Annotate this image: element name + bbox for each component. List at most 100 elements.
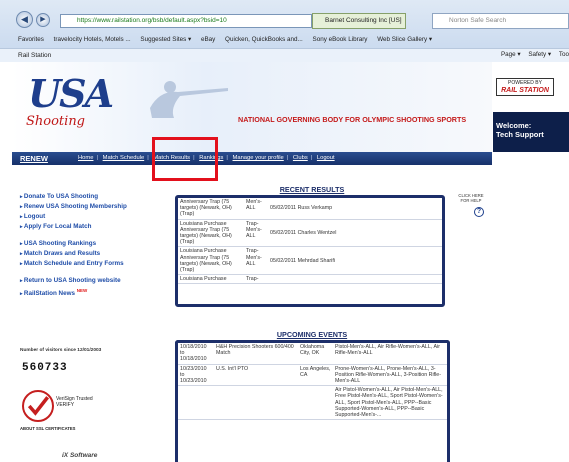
result-date-name: 05/02/2011 Charles Wentzel (268, 220, 438, 247)
favorite-link[interactable]: travelocity Hotels, Motels ... (54, 36, 131, 43)
table-row[interactable]: Air Pistol-Women's-ALL, Air Pistol-Men's… (178, 386, 447, 421)
logo-shooting-text: Shooting (26, 114, 86, 129)
renew-link[interactable]: RENEW (20, 154, 48, 163)
favorites-button[interactable]: Favorites (18, 36, 44, 43)
result-match: Louisiana Purchase (180, 276, 227, 283)
nav-clubs[interactable]: Clubs (293, 155, 308, 161)
search-input[interactable]: Norton Safe Search (432, 13, 569, 29)
sidebar-item-news-label: RailStation News (23, 290, 75, 298)
command-bar: Page ▾ Safety ▾ Too (495, 48, 569, 62)
recent-results-table: Anniversary Trap (75 targets) (Newark, O… (175, 195, 445, 307)
result-date: 05/02/2011 (270, 229, 297, 236)
result-category: Trap- (246, 276, 259, 283)
event-categories: Pistol-Men's-ALL, Air Rifle-Women's-ALL,… (335, 344, 440, 357)
search-placeholder: Norton Safe Search (449, 17, 507, 24)
browser-tab-row: Rail Station (0, 48, 569, 62)
result-date-name (268, 275, 438, 283)
sidebar-item-return-website[interactable]: Return to USA Shooting website (20, 276, 170, 286)
event-dates: 10/23/2010 to 10/23/2010 (180, 365, 207, 385)
sidebar-item-apply-match[interactable]: Apply For Local Match (20, 222, 170, 232)
shooter-silhouette-icon (150, 81, 228, 118)
tools-menu[interactable]: Too (559, 51, 569, 58)
verisign-text: VeriSign Trusted VERIFY (56, 396, 93, 408)
event-location: Los Angeles, CA (300, 365, 331, 378)
result-match: Louisiana Purchase Anniversary Trap (75 … (180, 248, 232, 274)
favorites-bar: Favorites travelocity Hotels, Motels ...… (0, 33, 569, 47)
rail-station-text: RAIL STATION (501, 87, 549, 94)
site-identity-tab[interactable]: Barnet Consulting Inc [US] (312, 13, 406, 29)
verisign-seal[interactable] (22, 390, 54, 422)
welcome-user: Tech Support (496, 130, 544, 139)
result-name: Charles Wentzel (297, 229, 337, 236)
result-match: Louisiana Purchase Anniversary Trap (75 … (180, 220, 232, 246)
upcoming-events-table: 10/18/2010 to 10/18/2010 H&H Precision S… (175, 340, 450, 462)
recent-results-title: RECENT RESULTS (279, 185, 345, 194)
favorite-link[interactable]: eBay (201, 36, 215, 43)
nav-home[interactable]: Home (78, 155, 93, 161)
event-name (214, 386, 298, 419)
checkmark-icon (27, 396, 50, 416)
favorite-link[interactable]: Sony eBook Library (313, 36, 368, 43)
tagline: NATIONAL GOVERNING BODY FOR OLYMPIC SHOO… (238, 115, 467, 124)
ix-software-logo[interactable]: iX Software (62, 452, 97, 459)
nav-logout[interactable]: Logout (317, 155, 335, 161)
visitor-counter-label: Number of visitors since 12/01/2003 (20, 348, 102, 353)
back-button[interactable]: ◀ (16, 11, 33, 28)
page-menu[interactable]: Page ▾ (501, 51, 521, 58)
event-dates: 10/18/2010 to 10/18/2010 (180, 344, 207, 363)
table-row[interactable]: 10/23/2010 to 10/23/2010 U.S. Int'l PTO … (178, 365, 447, 387)
table-row[interactable]: Anniversary Trap (75 targets) (Newark, O… (178, 198, 442, 220)
safety-menu[interactable]: Safety ▾ (528, 51, 551, 58)
help-icon[interactable]: ? (474, 207, 484, 217)
event-name: U.S. Int'l PTO (216, 365, 249, 372)
table-row[interactable]: Louisiana Purchase Anniversary Trap (75 … (178, 220, 442, 248)
sidebar-item-schedule-entry[interactable]: Match Schedule and Entry Forms (20, 259, 170, 269)
result-category: Trap-Men's-ALL (246, 220, 262, 240)
favorite-link[interactable]: Quicken, QuickBooks and... (225, 36, 303, 43)
powered-by-text: POWERED BY (508, 80, 542, 86)
result-name: Russ Verkamp (297, 205, 333, 212)
forward-button[interactable]: ▶ (36, 13, 50, 27)
tab-title: Barnet Consulting Inc [US] (325, 17, 402, 24)
verisign-verify: VERIFY (56, 402, 75, 408)
welcome-text: Welcome: Tech Support (496, 121, 544, 139)
result-category: Men's-ALL (246, 199, 262, 212)
event-location: Oklahoma City, OK (300, 344, 325, 357)
table-row[interactable]: 10/18/2010 to 10/18/2010 H&H Precision S… (178, 343, 447, 365)
event-categories: Air Pistol-Women's-ALL, Air Pistol-Men's… (335, 387, 443, 419)
result-name: Mehrdad Sharifi (297, 257, 336, 264)
railstation-logo[interactable]: POWERED BY RAIL STATION (496, 78, 554, 96)
help-link[interactable]: CLICK HERE FOR HELP (454, 193, 488, 203)
nav-manage-profile[interactable]: Manage your profile (233, 155, 284, 161)
sidebar-item-renew[interactable]: Renew USA Shooting Membership (20, 202, 170, 212)
result-date-name: 05/02/2011 Russ Verkamp (268, 198, 438, 219)
welcome-label: Welcome: (496, 121, 532, 130)
event-location (298, 386, 333, 419)
new-badge: NEW (76, 288, 88, 293)
url-text: https://www.railstation.org/bsb/default.… (77, 17, 227, 24)
address-bar[interactable]: https://www.railstation.org/bsb/default.… (60, 14, 312, 28)
sidebar-item-rankings[interactable]: USA Shooting Rankings (20, 239, 170, 249)
event-name: H&H Precision Shooters 600/400 Match (216, 344, 294, 357)
browser-tab[interactable]: Rail Station (18, 52, 51, 59)
favorite-link[interactable]: Web Slice Gallery ▾ (377, 36, 432, 43)
upcoming-events-title: UPCOMING EVENTS (276, 330, 348, 339)
table-row[interactable]: Louisiana Purchase Anniversary Trap (75 … (178, 247, 442, 276)
sidebar-item-logout[interactable]: Logout (20, 212, 170, 222)
table-row[interactable]: Louisiana Purchase Trap- (178, 275, 442, 285)
highlight-box (152, 137, 218, 181)
sidebar-item-donate[interactable]: Donate To USA Shooting (20, 192, 170, 202)
favorite-link[interactable]: Suggested Sites ▾ (140, 36, 191, 43)
result-match: Anniversary Trap (75 targets) (Newark, O… (180, 199, 232, 218)
result-date-name: 05/02/2011 Mehrdad Sharifi (268, 247, 438, 274)
result-date: 05/02/2011 (270, 205, 297, 212)
nav-match-schedule[interactable]: Match Schedule (103, 155, 145, 161)
ssl-certificates-link[interactable]: ABOUT SSL CERTIFICATES (20, 426, 75, 431)
sidebar-item-draws-results[interactable]: Match Draws and Results (20, 249, 170, 259)
event-dates (178, 386, 214, 419)
result-date: 05/02/2011 (270, 257, 297, 264)
sidebar-item-news[interactable]: RailStation News NEW (20, 286, 170, 299)
visitor-counter: 560733 (22, 362, 68, 374)
event-categories: Prone-Women's-ALL, Prone-Men's-ALL, 3-Po… (335, 365, 442, 385)
sidebar: Donate To USA Shooting Renew USA Shootin… (20, 192, 170, 299)
